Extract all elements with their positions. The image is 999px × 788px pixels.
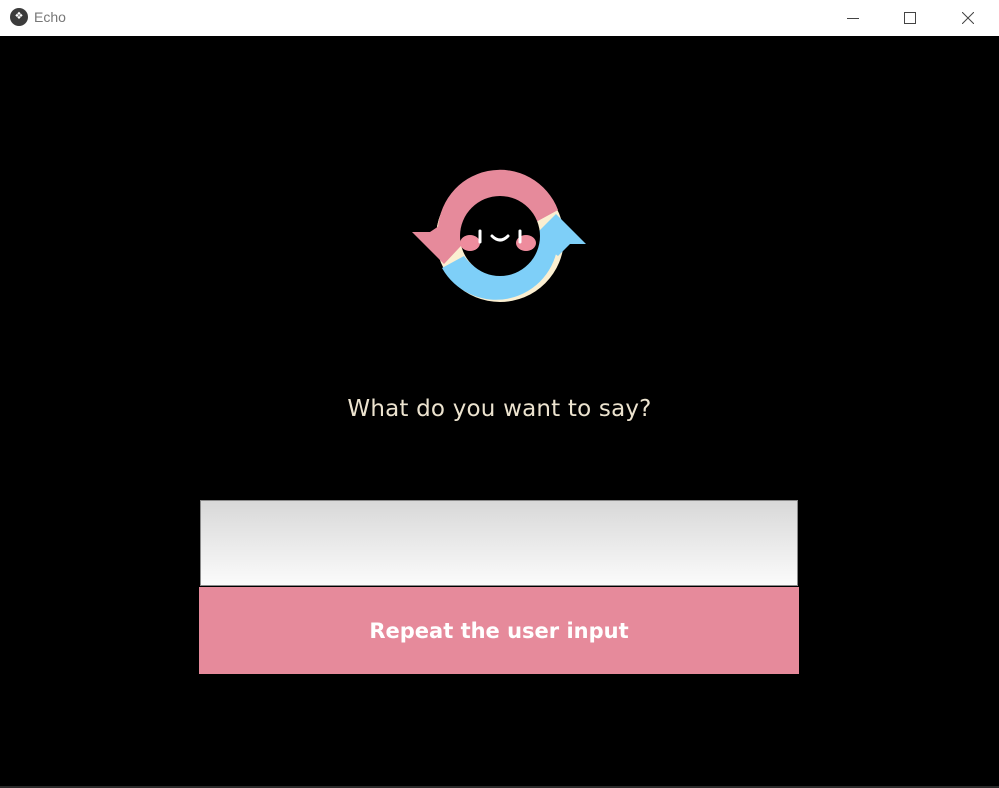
repeat-button[interactable]: Repeat the user input — [199, 587, 799, 674]
maximize-icon — [904, 12, 916, 24]
echo-cycle-logo-icon — [412, 169, 586, 302]
user-input-field[interactable] — [200, 500, 798, 586]
title-bar[interactable]: ❖ Echo — [0, 0, 999, 36]
close-icon — [962, 12, 974, 24]
minimize-icon — [847, 18, 859, 19]
maximize-button[interactable] — [881, 0, 939, 36]
app-window: ❖ Echo What do you want to say? Repeat t… — [0, 0, 999, 788]
main-content: What do you want to say? Repeat the user… — [0, 36, 999, 788]
window-title: Echo — [34, 9, 66, 25]
minimize-button[interactable] — [824, 0, 882, 36]
kivy-logo-icon: ❖ — [10, 8, 28, 26]
prompt-label: What do you want to say? — [347, 396, 652, 422]
close-button[interactable] — [939, 0, 997, 36]
